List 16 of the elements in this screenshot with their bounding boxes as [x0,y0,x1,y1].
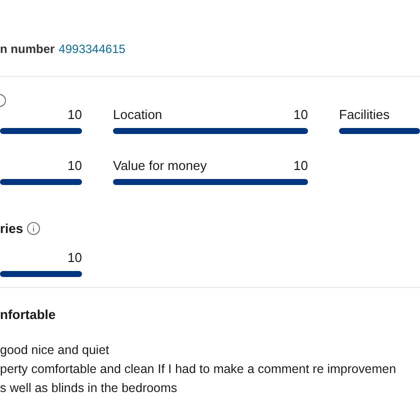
category-score: 10 [68,106,82,122]
review-title: nfortable [0,306,57,324]
review-text: perty comfortable and clean If I had to make a comment re improvemen [0,361,398,378]
category-label: Facilities [339,106,390,122]
section-heading: ries [0,220,24,238]
review-text: s well as blinds in the bedrooms [0,380,178,397]
number-label: n number [0,41,55,58]
category-label: Value for money [113,157,207,173]
category-score: 10 [68,157,82,173]
category-score: 10 [294,157,308,173]
category-label: Location [113,106,162,122]
category-score: 10 [68,248,82,264]
category-score: 10 [294,106,308,122]
review-text: good nice and quiet [0,342,110,359]
info-icon [27,222,40,236]
reservation-number: 4993344615 [58,41,126,58]
